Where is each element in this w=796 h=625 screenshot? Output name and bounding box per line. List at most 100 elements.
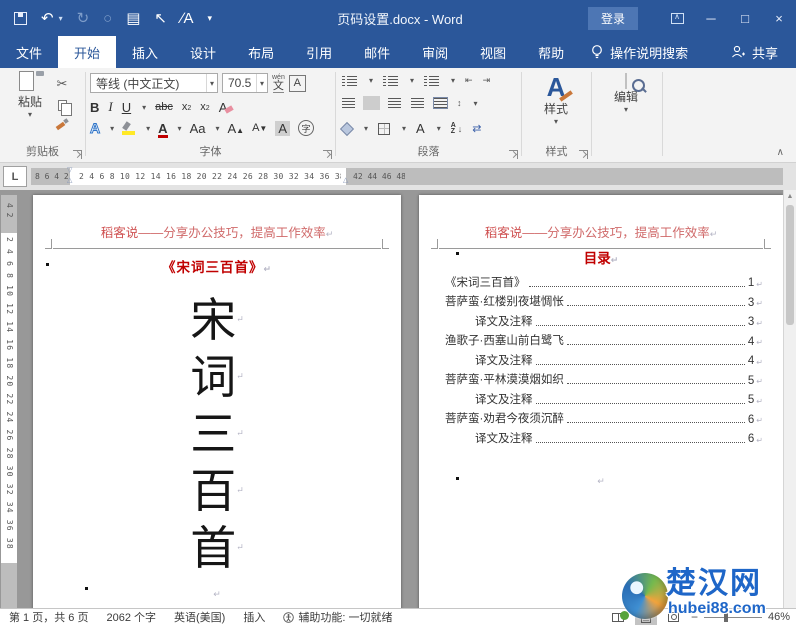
tab-design[interactable]: 设计 [174, 36, 232, 68]
multilevel-list-button[interactable] [424, 75, 440, 86]
editing-dropdown-icon[interactable]: ▾ [604, 105, 648, 114]
increase-indent-button[interactable]: ⇥ [483, 75, 491, 86]
scrollbar-thumb[interactable] [786, 205, 794, 325]
toc-entry[interactable]: 菩萨蛮·红楼别夜堪惆怅 3 ↵ [445, 290, 763, 310]
align-left-button[interactable] [342, 98, 355, 108]
superscript-button[interactable]: x2 [200, 101, 209, 113]
editing-button[interactable]: 编辑 ▾ [604, 73, 648, 114]
enclose-characters-button[interactable]: 字 [298, 120, 315, 136]
text-effects-dropdown-icon[interactable]: ▾ [110, 124, 114, 133]
undo-dropdown-icon[interactable]: ▾ [59, 14, 63, 23]
right-indent-marker[interactable]: △ [343, 176, 348, 184]
highlight-color-button[interactable] [122, 121, 136, 135]
justify-button[interactable] [411, 98, 424, 108]
borders-button[interactable] [378, 122, 391, 135]
style-tool-icon[interactable]: ∕A [181, 10, 194, 27]
read-mode-button[interactable] [607, 610, 629, 625]
paste-dropdown-icon[interactable]: ▾ [8, 110, 52, 119]
tab-view[interactable]: 视图 [464, 36, 522, 68]
web-layout-button[interactable] [663, 610, 685, 625]
sign-in-button[interactable]: 登录 [587, 6, 638, 30]
asian-layout-button[interactable]: A [416, 121, 425, 136]
underline-dropdown-icon[interactable]: ▾ [142, 103, 146, 112]
select-cursor-icon[interactable]: ↖ [154, 9, 167, 27]
toc-entry[interactable]: 菩萨蛮·平林漠漠烟如织 5 ↵ [445, 368, 763, 388]
numbering-button[interactable] [383, 75, 399, 86]
format-painter-icon[interactable] [56, 119, 68, 129]
decrease-indent-button[interactable]: ⇤ [465, 75, 473, 86]
change-case-button[interactable]: Aa [190, 121, 206, 136]
collapse-ribbon-button[interactable]: ∧ [777, 147, 784, 158]
clear-formatting-button[interactable]: A [219, 100, 235, 115]
toc-entry[interactable]: 译文及注释 5 ↵ [445, 387, 763, 407]
tab-insert[interactable]: 插入 [116, 36, 174, 68]
undo-button[interactable]: ↶ [41, 9, 54, 27]
zoom-percent[interactable]: 46% [768, 611, 790, 623]
save-icon[interactable] [14, 11, 27, 25]
styles-dialog-launcher[interactable] [579, 150, 588, 159]
font-name-combo[interactable]: 等线 (中文正文) ▾ [90, 73, 218, 93]
bullets-button[interactable] [342, 75, 357, 86]
maximize-button[interactable]: □ [728, 0, 762, 36]
character-border-button[interactable]: A [288, 74, 306, 92]
align-center-button[interactable] [363, 96, 380, 110]
toc-entry[interactable]: 译文及注释 3 ↵ [445, 309, 763, 329]
bullets-dropdown-icon[interactable]: ▾ [369, 76, 373, 85]
align-right-button[interactable] [388, 98, 401, 108]
italic-button[interactable]: I [108, 99, 112, 115]
underline-button[interactable]: U [122, 100, 131, 115]
font-color-button[interactable]: A [158, 121, 168, 138]
numbering-dropdown-icon[interactable]: ▾ [410, 76, 414, 85]
shrink-font-button[interactable]: A ▼ [252, 122, 267, 134]
language-status[interactable]: 英语(美国) [165, 609, 234, 625]
sort-button[interactable]: AZ [451, 122, 456, 135]
phonetic-guide-button[interactable]: wén 文 [272, 74, 285, 93]
print-layout-button[interactable] [634, 609, 657, 625]
grow-font-button[interactable]: A ▲ [227, 121, 244, 136]
toc-entry[interactable]: 渔歌子·西塞山前白鹭飞 4 ↵ [445, 329, 763, 349]
page-1[interactable]: 稻客说——分享办公技巧，提高工作效率↵ 《宋词三百首》↵ 宋↵ 词↵ 三↵ 百↵… [33, 195, 401, 608]
toc-entry[interactable]: 译文及注释 4 ↵ [445, 348, 763, 368]
tab-layout[interactable]: 布局 [232, 36, 290, 68]
paragraph-dialog-launcher[interactable] [509, 150, 518, 159]
paste-button[interactable]: 粘贴 ▾ [8, 73, 52, 146]
zoom-slider-thumb[interactable] [723, 612, 728, 622]
shading-dropdown-icon[interactable]: ▾ [364, 124, 368, 133]
share-button[interactable]: 共享 [713, 36, 796, 68]
highlight-dropdown-icon[interactable]: ▾ [146, 124, 150, 133]
tab-file[interactable]: 文件 [0, 36, 58, 68]
clipboard-dialog-launcher[interactable] [73, 150, 82, 159]
font-color-dropdown-icon[interactable]: ▾ [178, 124, 182, 133]
font-size-combo[interactable]: 70.5 ▾ [222, 73, 268, 93]
insert-mode[interactable]: 插入 [234, 609, 274, 625]
tab-help[interactable]: 帮助 [522, 36, 580, 68]
horizontal-ruler[interactable]: L 8 6 4 2 2 4 6 8 10 12 14 16 18 20 22 2… [0, 163, 796, 190]
close-button[interactable]: × [762, 0, 796, 36]
zoom-out-button[interactable]: − [691, 610, 698, 624]
redo-button[interactable]: ↻ [77, 9, 90, 27]
styles-button[interactable]: A 样式 ▾ [534, 74, 578, 126]
accessibility-status[interactable]: 辅助功能: 一切就绪 [274, 609, 401, 625]
toc-entry[interactable]: 《宋词三百首》 1 ↵ [445, 270, 763, 290]
minimize-button[interactable]: ─ [694, 0, 728, 36]
cut-icon[interactable]: ✂ [57, 76, 68, 92]
word-count[interactable]: 2062 个字 [97, 609, 165, 625]
toc-entry[interactable]: 菩萨蛮·劝君今夜须沉醉 6 ↵ [445, 407, 763, 427]
multilevel-dropdown-icon[interactable]: ▾ [451, 76, 455, 85]
vertical-scrollbar[interactable]: ▲ [783, 190, 796, 608]
first-line-indent-marker[interactable]: ▽ [67, 166, 72, 174]
asian-layout-dropdown-icon[interactable]: ▾ [437, 124, 441, 133]
zoom-slider[interactable] [703, 612, 762, 622]
tab-selector-button[interactable]: L [3, 166, 27, 187]
format-icon[interactable]: ▤ [126, 9, 140, 27]
tab-references[interactable]: 引用 [290, 36, 348, 68]
page-2[interactable]: 稻客说——分享办公技巧，提高工作效率↵ 目录↵ 《宋词三百首》 1 ↵ 菩萨蛮·红楼… [419, 195, 783, 608]
styles-dropdown-icon[interactable]: ▾ [534, 117, 578, 126]
text-effects-button[interactable]: A [89, 120, 100, 137]
font-name-dropdown-icon[interactable]: ▾ [205, 74, 217, 92]
strikethrough-button[interactable]: abc [155, 101, 173, 113]
line-spacing-dropdown-icon[interactable]: ▾ [474, 99, 478, 108]
font-dialog-launcher[interactable] [323, 150, 332, 159]
tab-mailings[interactable]: 邮件 [348, 36, 406, 68]
borders-dropdown-icon[interactable]: ▾ [402, 124, 406, 133]
